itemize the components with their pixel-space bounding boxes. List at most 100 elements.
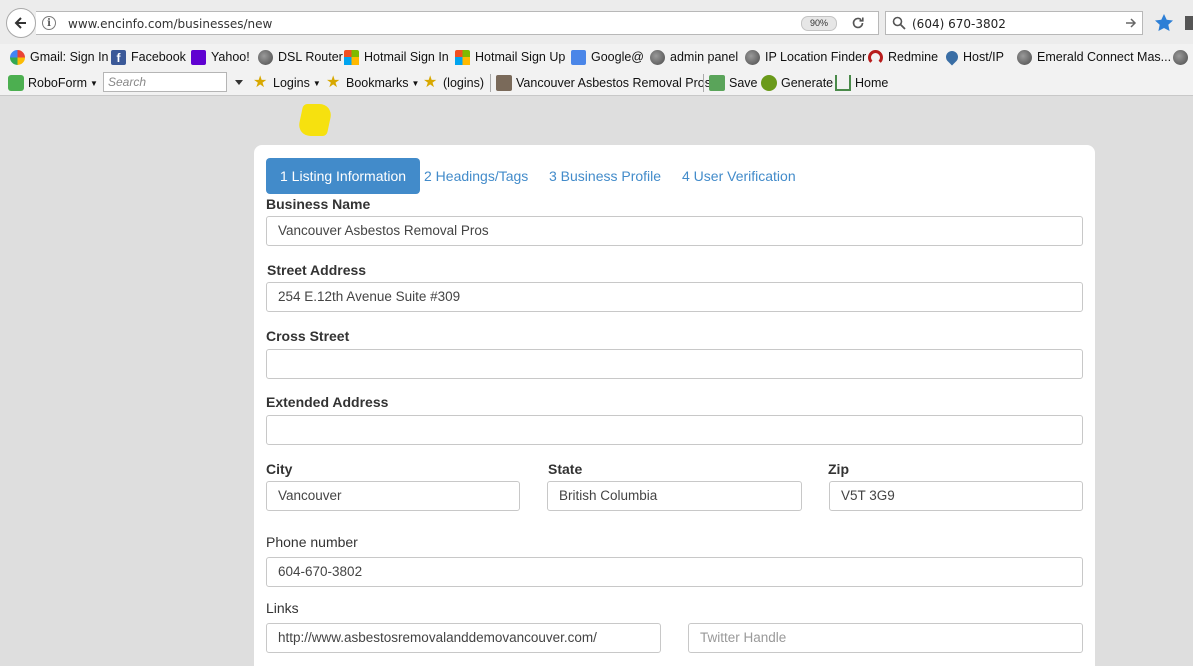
phone-number-label: Phone number	[266, 534, 358, 550]
bookmark-hotmail-sign-up[interactable]: Hotmail Sign Up	[455, 48, 565, 66]
cross-street-label: Cross Street	[266, 328, 350, 344]
bookmark-label: admin panel	[670, 50, 739, 64]
save-button[interactable]: Save	[709, 74, 758, 92]
map-pin-icon	[943, 48, 961, 66]
star-icon: ★	[326, 74, 341, 91]
bookmark-dsl-router[interactable]: DSL Router	[258, 48, 343, 66]
site-logo[interactable]	[272, 104, 334, 138]
bookmark-hotmail-sign-in[interactable]: Hotmail Sign In	[344, 48, 449, 66]
browser-chrome: i www.encinfo.com/businesses/new 90% (60…	[0, 0, 1193, 96]
bookmark-host-ip[interactable]: Host/IP	[943, 48, 1004, 66]
state-input[interactable]: British Columbia	[547, 481, 802, 511]
chevron-down-icon: ▼	[411, 78, 420, 88]
windows-icon	[344, 49, 359, 65]
bookmark-label: DSL Router	[278, 50, 343, 64]
generate-button[interactable]: Generate	[761, 74, 833, 92]
bookmark-label: Hotmail Sign Up	[475, 50, 566, 64]
yahoo-icon	[191, 49, 206, 65]
tab-headings-tags[interactable]: 2 Headings/Tags	[424, 158, 528, 194]
tab-user-verification[interactable]: 4 User Verification	[682, 158, 796, 194]
reload-icon[interactable]	[850, 15, 866, 31]
google-translate-icon	[571, 49, 586, 65]
city-input[interactable]: Vancouver	[266, 481, 520, 511]
generate-icon	[761, 75, 777, 91]
home-label: Home	[855, 76, 889, 90]
state-label: State	[548, 461, 583, 477]
tab-business-profile[interactable]: 3 Business Profile	[549, 158, 661, 194]
street-address-label: Street Address	[267, 262, 367, 278]
bookmark-admin-panel[interactable]: admin panel	[650, 48, 738, 66]
logins-paren-button[interactable]: ★ (logins)	[423, 74, 484, 92]
bookmark-label: Redmine	[888, 50, 939, 64]
globe-icon	[1017, 49, 1032, 65]
listing-form-card: 1 Listing Information 2 Headings/Tags 3 …	[254, 145, 1095, 666]
bookmark-label: Google@	[591, 50, 644, 64]
chevron-down-icon: ▼	[90, 78, 98, 88]
bookmark-ip-location[interactable]: IP Location Finder	[745, 48, 866, 66]
globe-icon	[650, 49, 665, 65]
search-icon	[892, 16, 906, 30]
bookmark-label: Gmail: Sign In	[30, 50, 109, 64]
zip-input[interactable]: V5T 3G9	[829, 481, 1083, 511]
toolbar-divider	[490, 74, 491, 92]
back-arrow-icon	[14, 17, 26, 29]
bookmark-label: IP Location Finder	[765, 50, 867, 64]
site-login-button[interactable]: Vancouver Asbestos Removal Pros	[496, 74, 711, 92]
bookmark-star-icon[interactable]	[1154, 13, 1174, 33]
site-label: Vancouver Asbestos Removal Pros	[516, 76, 712, 90]
bookmarks-label: Bookmarks	[346, 76, 409, 90]
facebook-icon: f	[111, 49, 126, 65]
bookmark-label: Yahoo!	[211, 50, 250, 64]
star-icon: ★	[423, 74, 438, 91]
business-name-label: Business Name	[266, 196, 371, 212]
arrow-right-icon[interactable]	[1124, 16, 1138, 30]
bookmark-gmail[interactable]: Gmail: Sign In	[10, 48, 109, 66]
logo-shape	[296, 104, 334, 136]
home-button[interactable]: Home	[835, 74, 888, 92]
star-icon: ★	[253, 74, 268, 91]
library-icon[interactable]	[1185, 16, 1193, 30]
bookmarks-bar: Gmail: Sign In f Facebook Yahoo! DSL Rout…	[0, 44, 1193, 70]
site-icon	[496, 75, 512, 91]
bookmark-emerald-connect[interactable]: Emerald Connect Mas...	[1017, 48, 1171, 66]
tab-listing-information[interactable]: 1 Listing Information	[266, 158, 421, 194]
zoom-level-badge[interactable]: 90%	[801, 16, 837, 31]
twitter-handle-input[interactable]: Twitter Handle	[688, 623, 1083, 653]
cross-street-input[interactable]	[266, 349, 1083, 379]
bookmarks-menu[interactable]: ★ Bookmarks ▼	[326, 74, 419, 92]
address-bar[interactable]: i www.encinfo.com/businesses/new 90%	[36, 11, 879, 35]
home-icon	[835, 75, 851, 91]
bookmark-label: Host/IP	[963, 50, 1004, 64]
url-text[interactable]: www.encinfo.com/businesses/new	[68, 17, 272, 31]
browser-search-bar[interactable]: (604) 670-3802	[885, 11, 1143, 35]
bookmark-overflow[interactable]	[1173, 48, 1193, 66]
roboform-search-input[interactable]: Search	[103, 72, 227, 92]
save-label: Save	[729, 76, 758, 90]
bookmark-yahoo[interactable]: Yahoo!	[191, 48, 250, 66]
bookmark-facebook[interactable]: f Facebook	[111, 48, 186, 66]
bookmark-redmine[interactable]: Redmine	[868, 48, 938, 66]
links-label: Links	[266, 600, 299, 616]
chevron-down-icon[interactable]	[235, 80, 243, 85]
street-address-input[interactable]: 254 E.12th Avenue Suite #309	[266, 282, 1083, 312]
back-button[interactable]	[6, 8, 36, 38]
toolbar-divider	[703, 74, 704, 92]
website-url-input[interactable]: http://www.asbestosremovalanddemovancouv…	[266, 623, 661, 653]
generate-label: Generate	[781, 76, 834, 90]
redmine-icon	[868, 49, 883, 65]
globe-icon	[258, 49, 273, 65]
logins-menu[interactable]: ★ Logins ▼	[253, 74, 321, 92]
google-icon	[10, 49, 25, 65]
search-input[interactable]: (604) 670-3802	[912, 17, 1006, 31]
extended-address-input[interactable]	[266, 415, 1083, 445]
phone-number-input[interactable]: 604-670-3802	[266, 557, 1083, 587]
bookmark-label: Emerald Connect Mas...	[1037, 50, 1172, 64]
bookmark-label: Facebook	[131, 50, 186, 64]
globe-icon	[1173, 49, 1188, 65]
roboform-menu[interactable]: RoboForm ▼	[8, 74, 98, 92]
navigation-toolbar: i www.encinfo.com/businesses/new 90% (60…	[0, 0, 1193, 44]
site-info-icon[interactable]: i	[42, 16, 56, 30]
bookmark-google-at[interactable]: Google@	[571, 48, 644, 66]
business-name-input[interactable]: Vancouver Asbestos Removal Pros	[266, 216, 1083, 246]
city-label: City	[266, 461, 293, 477]
